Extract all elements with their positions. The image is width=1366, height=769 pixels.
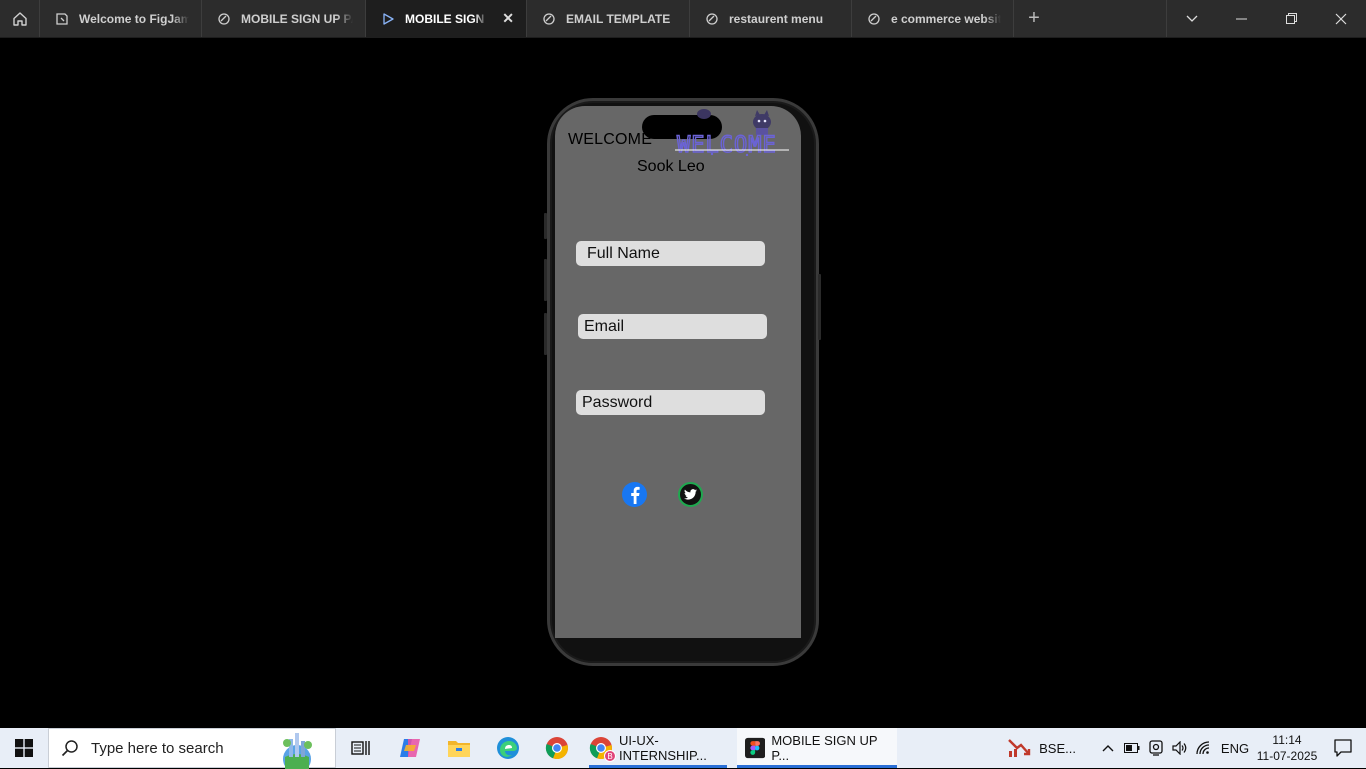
welcome-art-text: WELCOME — [677, 133, 777, 156]
phone-side-button — [544, 313, 547, 355]
file-explorer-button[interactable] — [434, 728, 483, 768]
taskbar-app-label: UI-UX-INTERNSHIP... — [619, 733, 707, 763]
clock-date: 11-07-2025 — [1256, 749, 1318, 763]
phone-power-button — [818, 274, 821, 340]
restore-button[interactable] — [1266, 0, 1316, 37]
design-file-icon — [704, 11, 720, 27]
email-field[interactable]: Email — [578, 314, 767, 339]
close-icon — [1335, 13, 1347, 24]
restore-icon — [1285, 13, 1297, 24]
system-tray: BSE... ENG 11:14 11-07-2025 — [997, 728, 1366, 768]
tab-list-button[interactable] — [1166, 0, 1216, 37]
tab-mobile-sign-up[interactable]: MOBILE SIGN UP ✕ — [366, 0, 527, 37]
search-placeholder: Type here to search — [91, 739, 224, 757]
task-view-icon — [350, 741, 370, 755]
chevron-down-icon — [1186, 15, 1197, 22]
figma-icon — [745, 737, 766, 759]
tab-bar: Welcome to FigJam MOBILE SIGN UP PAGE MO… — [0, 0, 1366, 38]
design-file-icon — [541, 11, 557, 27]
stock-widget[interactable]: BSE... — [997, 738, 1086, 758]
chrome-profile-icon: B — [589, 736, 616, 762]
twitter-icon — [684, 489, 697, 500]
clock[interactable]: 11:14 11-07-2025 — [1254, 732, 1320, 764]
tab-label: MOBILE SIGN UP PAGE — [241, 11, 353, 26]
taskbar-app-chrome-window[interactable]: B UI-UX-INTERNSHIP... — [581, 728, 735, 768]
meet-now-button[interactable] — [1144, 728, 1168, 768]
tab-label: Welcome to FigJam — [79, 11, 189, 26]
user-name: Sook Leo — [637, 158, 705, 175]
battery-icon — [1124, 743, 1140, 753]
minimize-icon — [1235, 18, 1247, 19]
edge-button[interactable] — [483, 728, 532, 768]
wifi-icon — [1196, 741, 1210, 755]
tab-label: restaurent menu — [729, 11, 824, 26]
copilot-icon — [399, 739, 420, 757]
notification-icon — [1334, 739, 1352, 757]
tabbar-spacer — [1054, 0, 1166, 37]
windows-logo-icon — [15, 739, 33, 757]
search-icon — [61, 740, 78, 757]
twitter-button[interactable] — [678, 482, 703, 507]
battery-button[interactable] — [1120, 728, 1144, 768]
tab-welcome-to-figjam[interactable]: Welcome to FigJam — [40, 0, 202, 37]
facebook-button[interactable] — [622, 482, 647, 507]
close-window-button[interactable] — [1316, 0, 1366, 37]
stock-label: BSE... — [1039, 740, 1076, 756]
design-file-icon — [216, 11, 232, 27]
home-icon — [12, 11, 27, 26]
show-hidden-icons-button[interactable] — [1096, 728, 1120, 768]
facebook-icon — [630, 486, 640, 504]
chrome-button[interactable] — [532, 728, 581, 768]
phone-screen — [555, 106, 801, 638]
copilot-button[interactable] — [385, 728, 434, 768]
webcam-icon — [1149, 740, 1163, 756]
welcome-cat-illustration: WELCOME — [675, 109, 789, 156]
phone-side-button — [544, 213, 547, 239]
taskbar-app-figma-window[interactable]: MOBILE SIGN UP P... — [737, 728, 897, 768]
chrome-icon — [545, 737, 568, 760]
home-button[interactable] — [0, 0, 40, 37]
taskbar-search-box[interactable]: Type here to search — [48, 728, 336, 769]
folder-icon — [447, 741, 470, 757]
tab-label: MOBILE SIGN UP — [405, 11, 487, 26]
taskbar-app-label: MOBILE SIGN UP P... — [771, 733, 878, 763]
network-button[interactable] — [1192, 728, 1216, 768]
welcome-heading: WELCOME — [568, 131, 653, 148]
phone-side-button — [544, 259, 547, 301]
chevron-up-icon — [1102, 745, 1114, 752]
prototype-play-icon — [380, 11, 396, 27]
figjam-file-icon — [54, 11, 70, 27]
new-tab-button[interactable]: + — [1014, 0, 1054, 37]
clock-time: 11:14 — [1272, 733, 1302, 747]
language-indicator[interactable]: ENG — [1216, 741, 1254, 756]
tab-label: e commerce website u — [891, 11, 1001, 26]
minimize-button[interactable] — [1216, 0, 1266, 37]
start-button[interactable] — [0, 728, 48, 768]
tab-label: EMAIL TEMPLATE — [566, 11, 671, 26]
stock-down-icon — [1008, 739, 1031, 757]
tab-e-commerce-website[interactable]: e commerce website u — [852, 0, 1014, 37]
tab-restaurent-menu[interactable]: restaurent menu — [690, 0, 852, 37]
close-tab-icon[interactable]: ✕ — [502, 10, 514, 27]
windows-taskbar: Type here to search B UI-UX-INTERNSHIP..… — [0, 728, 1366, 769]
tab-email-template[interactable]: EMAIL TEMPLATE — [527, 0, 690, 37]
speaker-icon — [1172, 741, 1187, 755]
notifications-button[interactable] — [1320, 728, 1366, 768]
search-highlight-globe-icon — [283, 733, 312, 769]
design-file-icon — [866, 11, 882, 27]
volume-button[interactable] — [1168, 728, 1192, 768]
plus-icon: + — [1028, 7, 1040, 29]
full-name-field[interactable]: Full Name — [576, 241, 765, 266]
task-view-button[interactable] — [336, 728, 385, 768]
tab-mobile-sign-up-page[interactable]: MOBILE SIGN UP PAGE — [202, 0, 366, 37]
edge-icon — [496, 737, 519, 759]
password-field[interactable]: Password — [576, 390, 765, 415]
